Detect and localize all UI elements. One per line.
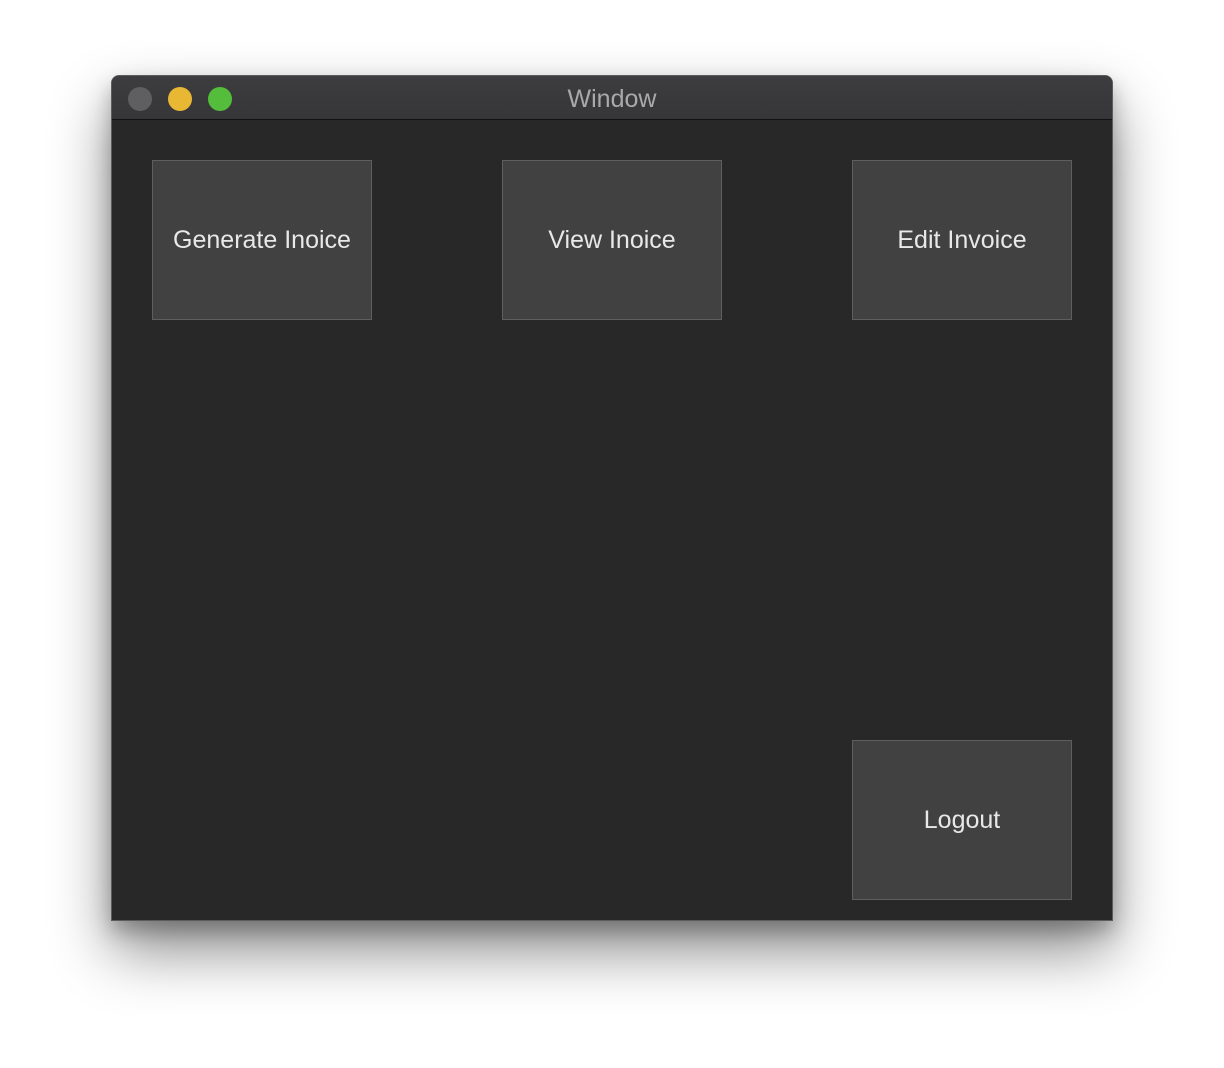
main-content: Generate Inoice View Inoice Edit Invoice… [112, 120, 1112, 920]
title-bar[interactable]: Window [112, 76, 1112, 120]
generate-invoice-button[interactable]: Generate Inoice [152, 160, 372, 320]
logout-button[interactable]: Logout [852, 740, 1072, 900]
app-window: Window Generate Inoice View Inoice Edit … [111, 75, 1113, 921]
view-invoice-button[interactable]: View Inoice [502, 160, 722, 320]
edit-invoice-button[interactable]: Edit Invoice [852, 160, 1072, 320]
window-title: Window [567, 85, 657, 113]
